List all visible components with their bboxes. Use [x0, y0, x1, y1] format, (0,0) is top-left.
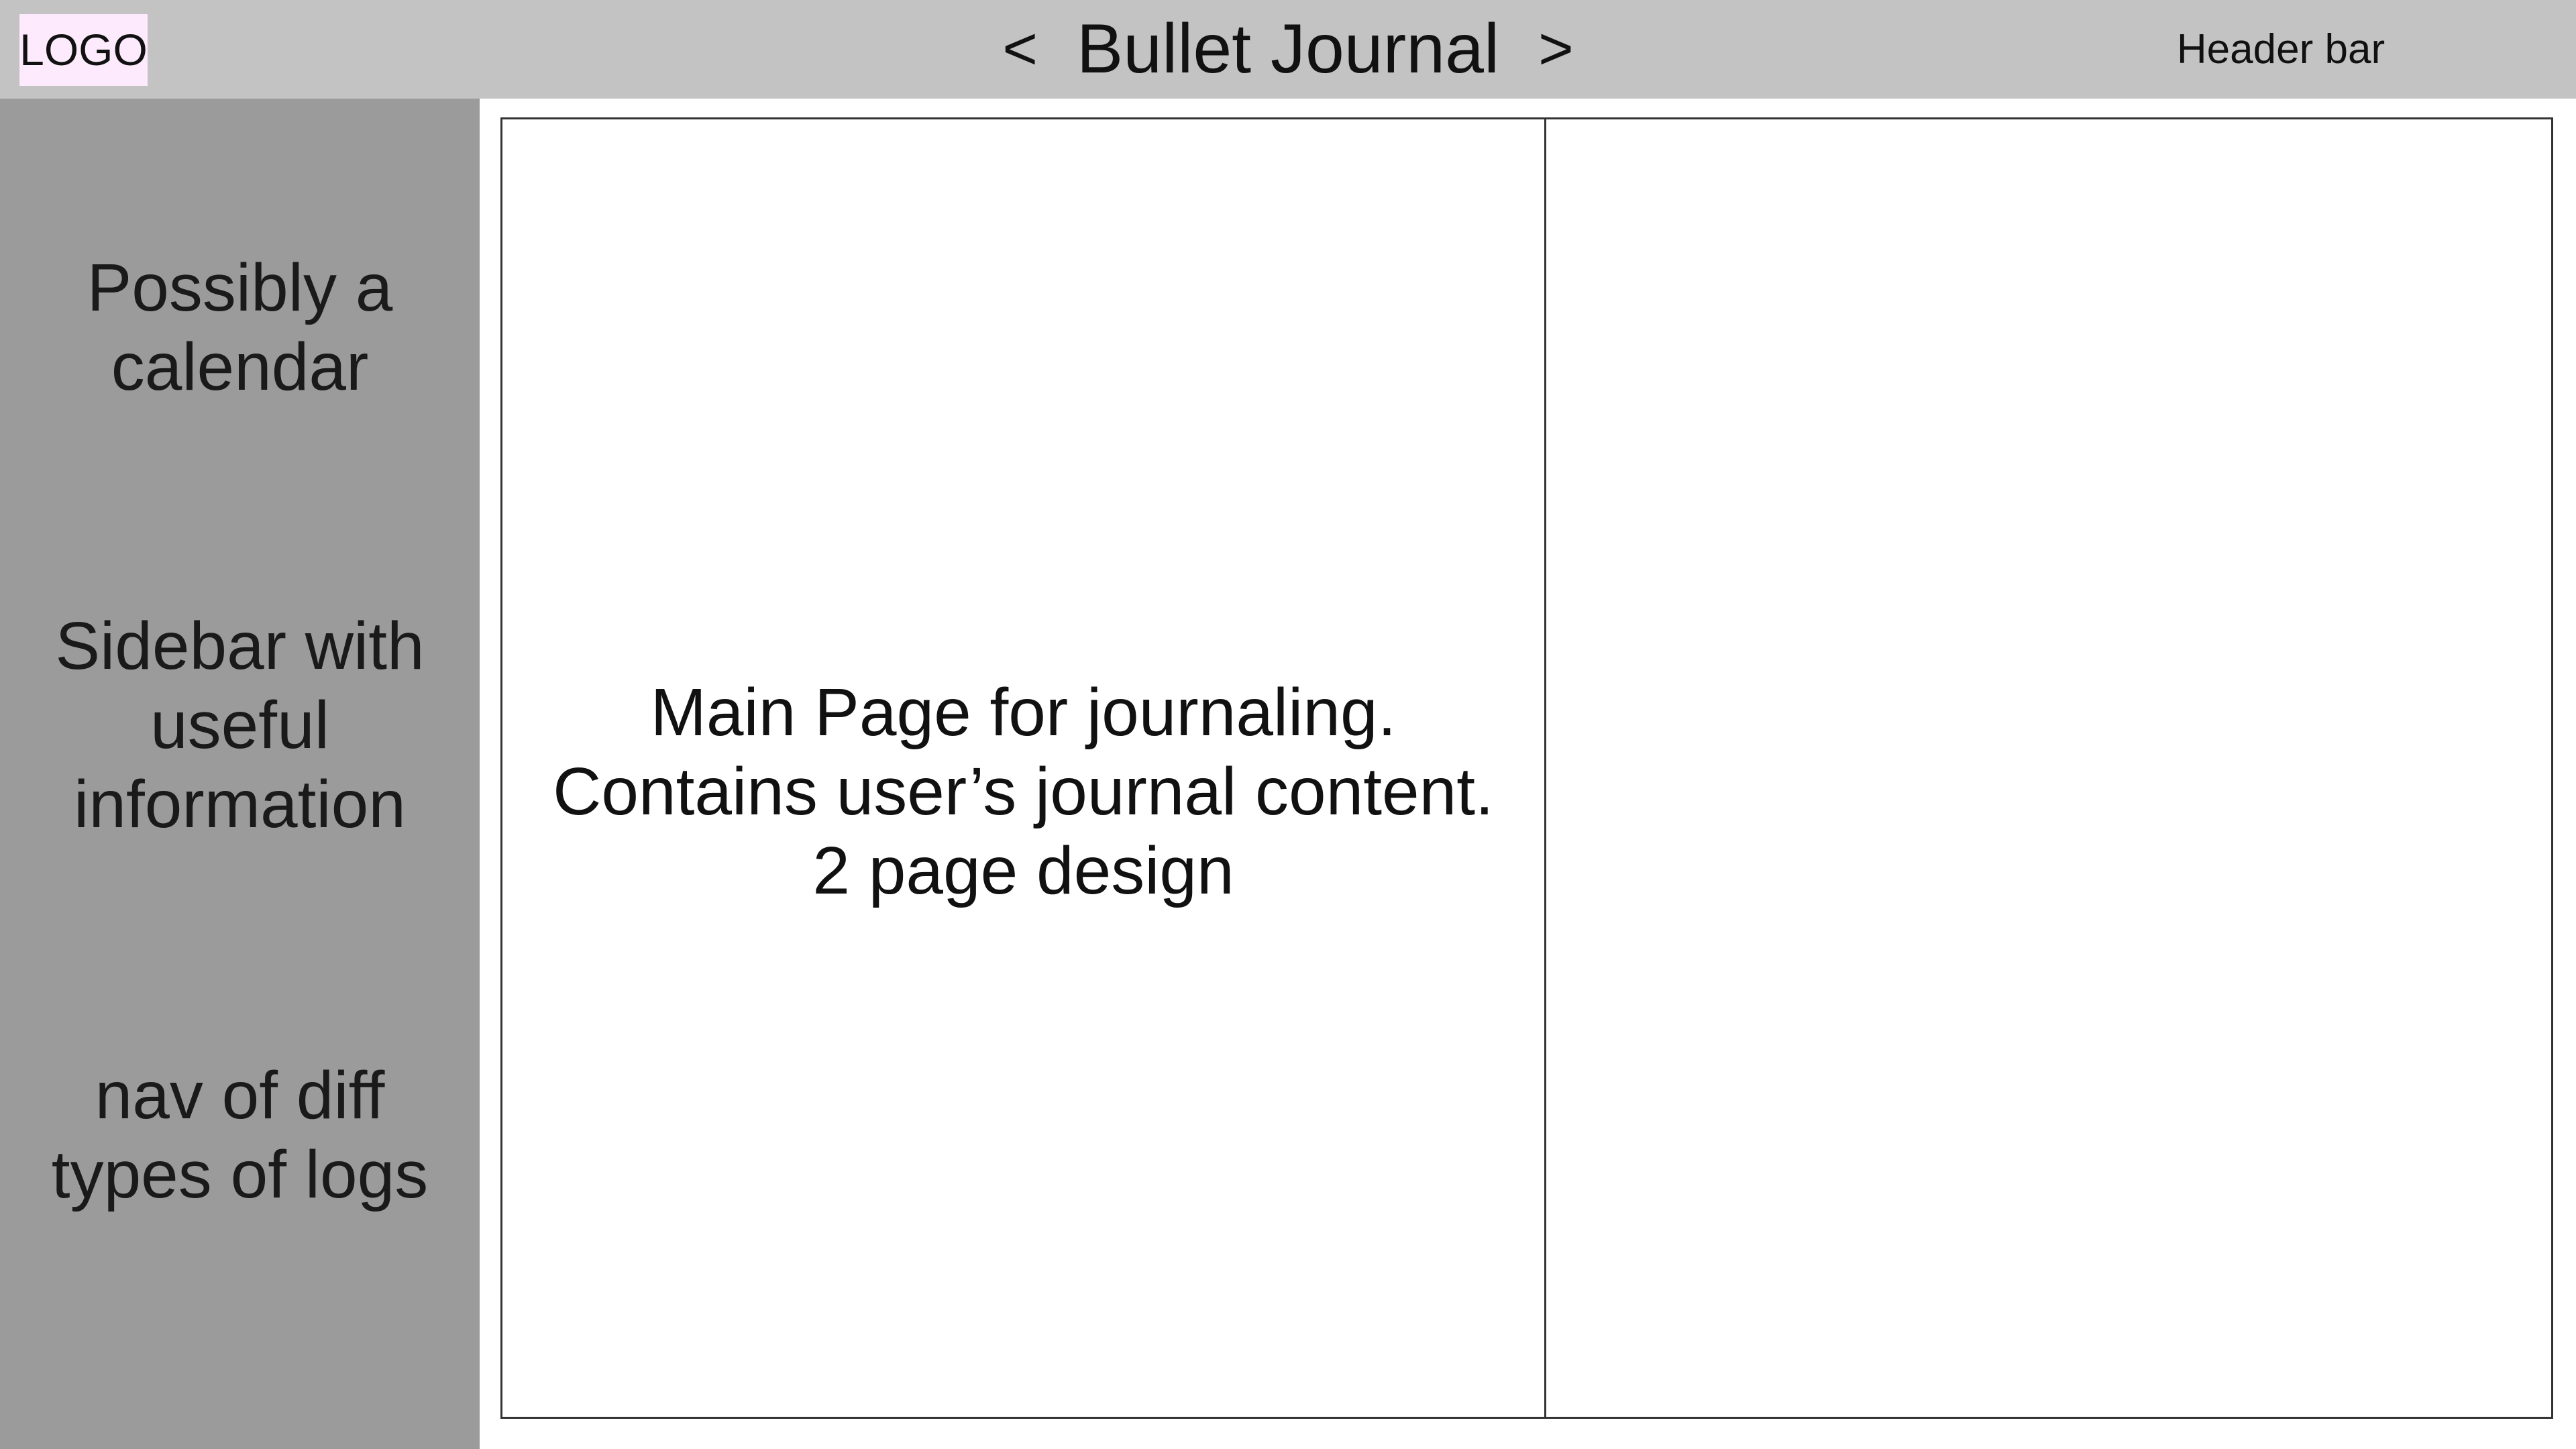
logo[interactable]: LOGO	[19, 14, 148, 86]
journal-right-page[interactable]	[1546, 119, 2551, 1417]
log-nav-section[interactable]: nav of diff types of logs	[0, 1056, 480, 1214]
journal-content: Main Page for journaling. Contains user’…	[502, 673, 1544, 910]
info-section[interactable]: Sidebar with useful information	[0, 606, 480, 844]
sidebar-text-line: calendar	[111, 329, 369, 405]
journal-text-line: Main Page for journaling.	[650, 675, 1397, 750]
page-title: Bullet Journal	[1076, 10, 1500, 88]
calendar-section[interactable]: Possibly a calendar	[0, 248, 480, 407]
sidebar: Possibly a calendar Sidebar with useful …	[0, 99, 480, 1449]
title-group: < Bullet Journal >	[993, 0, 1583, 99]
sidebar-text-line: useful	[150, 688, 329, 763]
journal-text-line: 2 page design	[812, 833, 1234, 908]
next-arrow-button[interactable]: >	[1538, 0, 1574, 99]
sidebar-text-line: types of logs	[51, 1137, 429, 1212]
journal-spread: Main Page for journaling. Contains user’…	[500, 117, 2553, 1419]
journal-text-line: Contains user’s journal content.	[553, 754, 1494, 829]
prev-arrow-button[interactable]: <	[1002, 0, 1038, 99]
sidebar-text-line: Possibly a	[87, 250, 393, 325]
sidebar-text-line: Sidebar with	[55, 608, 425, 684]
sidebar-text-line: information	[74, 767, 406, 842]
header-bar-label: Header bar	[2176, 26, 2385, 72]
header-bar: LOGO < Bullet Journal > Header bar	[0, 0, 2576, 99]
sidebar-text-line: nav of diff	[95, 1058, 385, 1133]
journal-left-page[interactable]: Main Page for journaling. Contains user’…	[502, 119, 1544, 1417]
